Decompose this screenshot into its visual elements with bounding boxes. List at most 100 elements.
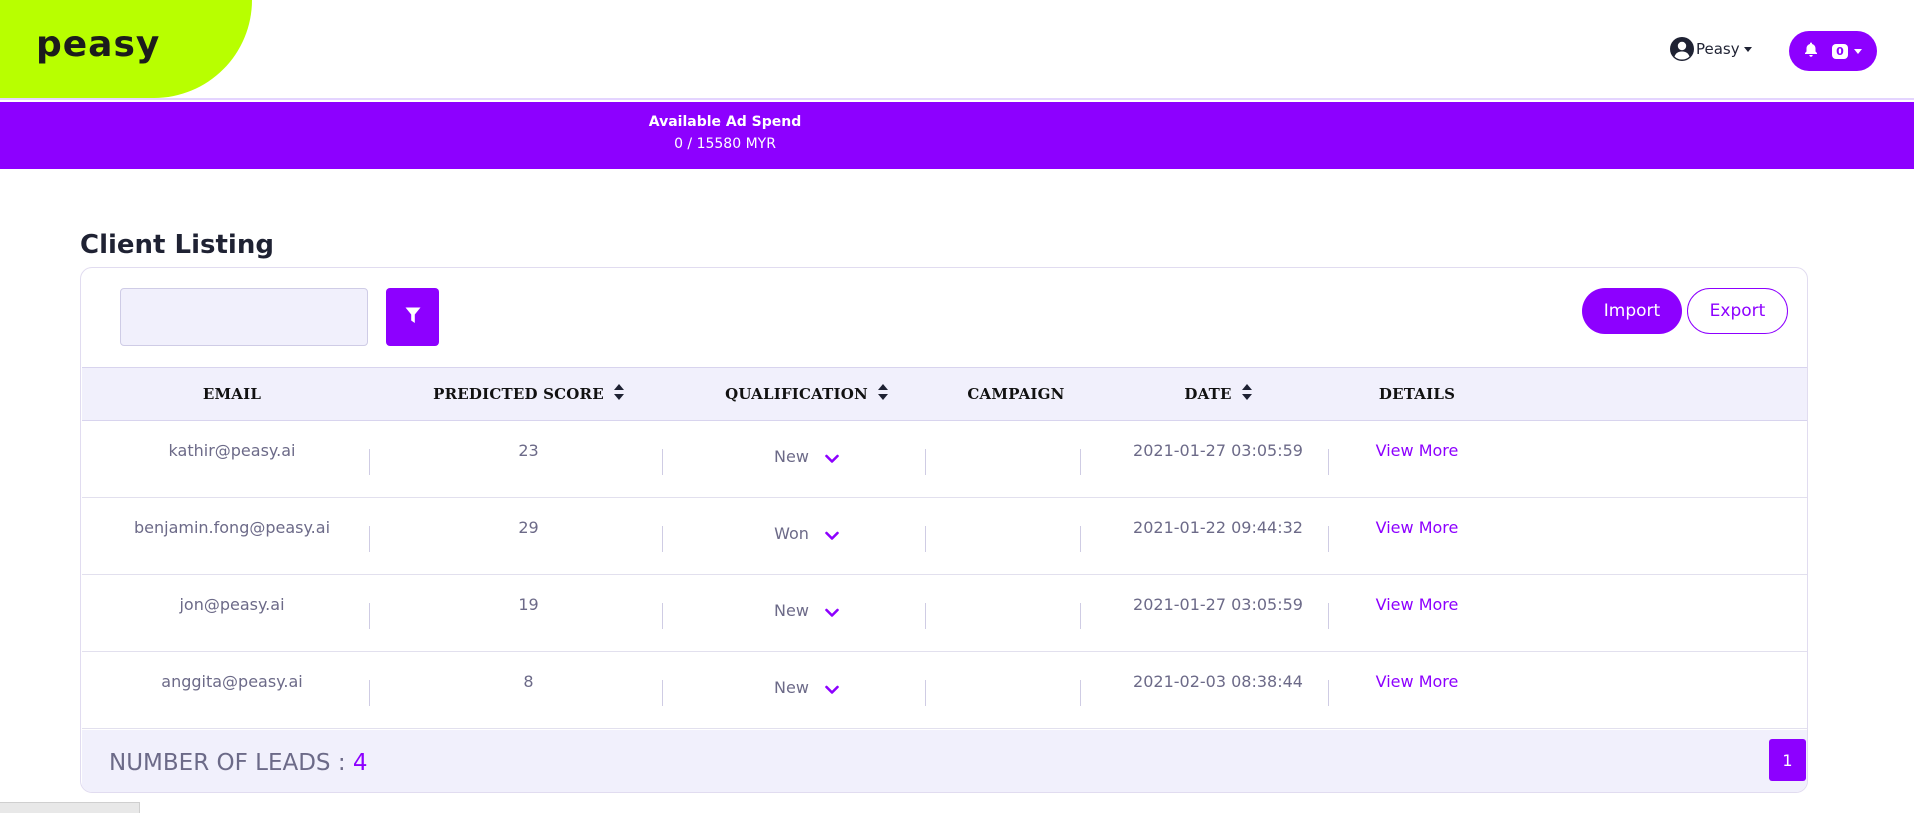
export-button[interactable]: Export bbox=[1687, 288, 1788, 334]
date-cell-text: 2021-02-03 08:38:44 bbox=[1133, 672, 1303, 691]
qualification-value[interactable]: New bbox=[774, 447, 809, 466]
score-cell: 19 bbox=[382, 575, 675, 651]
logo[interactable]: peasy bbox=[36, 24, 160, 65]
qualification-cell: Won bbox=[675, 498, 938, 574]
email-cell: kathir@peasy.ai bbox=[82, 421, 382, 497]
campaign-cell bbox=[938, 652, 1094, 728]
qualification-cell: New bbox=[675, 652, 938, 728]
chevron-down-icon[interactable] bbox=[825, 526, 839, 545]
column-header-date[interactable]: DATE bbox=[1094, 368, 1342, 420]
table-row: benjamin.fong@peasy.ai 29 Won 2021-01-22 09… bbox=[82, 498, 1807, 575]
qualification-cell: New bbox=[675, 575, 938, 651]
notifications-button[interactable]: 0 bbox=[1789, 31, 1877, 71]
status-bar-url bbox=[0, 802, 140, 813]
score-cell-text: 8 bbox=[523, 672, 534, 691]
search-input[interactable] bbox=[120, 288, 368, 346]
column-divider bbox=[925, 449, 926, 475]
column-divider bbox=[1328, 680, 1329, 706]
column-divider bbox=[1080, 449, 1081, 475]
column-divider bbox=[1080, 603, 1081, 629]
column-divider bbox=[369, 526, 370, 552]
chevron-down-icon bbox=[1743, 46, 1752, 52]
column-divider bbox=[662, 680, 663, 706]
column-divider bbox=[1328, 449, 1329, 475]
column-header-campaign: CAMPAIGN bbox=[967, 385, 1065, 403]
score-cell-text: 29 bbox=[518, 518, 539, 537]
score-cell-text: 19 bbox=[518, 595, 539, 614]
column-divider bbox=[662, 449, 663, 475]
view-more-link[interactable]: View More bbox=[1376, 672, 1459, 691]
sort-icon[interactable] bbox=[877, 384, 888, 404]
email-cell-text: benjamin.fong@peasy.ai bbox=[133, 518, 331, 537]
ad-spend-title: Available Ad Spend bbox=[648, 114, 802, 130]
column-header-predicted-score[interactable]: PREDICTED SCORE bbox=[382, 368, 675, 420]
campaign-cell bbox=[938, 498, 1094, 574]
table-row: jon@peasy.ai 19 New 2021-01-27 03:05:59 View… bbox=[82, 575, 1807, 652]
column-divider bbox=[662, 603, 663, 629]
email-cell-text: jon@peasy.ai bbox=[179, 595, 285, 614]
import-button[interactable]: Import bbox=[1582, 288, 1682, 334]
table-row: kathir@peasy.ai 23 New 2021-01-27 03:05:59 V… bbox=[82, 421, 1807, 498]
email-cell: anggita@peasy.ai bbox=[82, 652, 382, 728]
table-row: anggita@peasy.ai 8 New 2021-02-03 08:38:44 V… bbox=[82, 652, 1807, 729]
column-divider bbox=[369, 449, 370, 475]
filter-icon bbox=[405, 307, 421, 328]
view-more-link[interactable]: View More bbox=[1376, 518, 1459, 537]
score-cell: 8 bbox=[382, 652, 675, 728]
filter-button[interactable] bbox=[386, 288, 439, 346]
view-more-link[interactable]: View More bbox=[1376, 441, 1459, 460]
date-cell-text: 2021-01-22 09:44:32 bbox=[1133, 518, 1303, 537]
date-cell-text: 2021-01-27 03:05:59 bbox=[1133, 441, 1303, 460]
email-cell: jon@peasy.ai bbox=[82, 575, 382, 651]
date-cell: 2021-01-22 09:44:32 bbox=[1094, 498, 1342, 574]
chevron-down-icon[interactable] bbox=[825, 603, 839, 622]
qualification-value[interactable]: New bbox=[774, 601, 809, 620]
score-cell: 29 bbox=[382, 498, 675, 574]
leads-count: 4 bbox=[352, 750, 368, 776]
details-cell: View More bbox=[1342, 575, 1492, 651]
details-cell: View More bbox=[1342, 498, 1492, 574]
column-divider bbox=[1328, 526, 1329, 552]
bell-icon bbox=[1804, 42, 1818, 61]
date-cell: 2021-01-27 03:05:59 bbox=[1094, 575, 1342, 651]
column-divider bbox=[925, 680, 926, 706]
chevron-down-icon[interactable] bbox=[825, 680, 839, 699]
column-header-qualification[interactable]: QUALIFICATION bbox=[675, 368, 938, 420]
ad-spend-banner: Available Ad Spend 0 / 15580 MYR bbox=[0, 102, 1914, 169]
qualification-value[interactable]: New bbox=[774, 678, 809, 697]
details-cell: View More bbox=[1342, 652, 1492, 728]
pagination-page-button[interactable]: 1 bbox=[1769, 739, 1806, 781]
email-cell-text: anggita@peasy.ai bbox=[161, 672, 303, 691]
table-footer: NUMBER OF LEADS : 4 1 bbox=[82, 730, 1807, 792]
chevron-down-icon[interactable] bbox=[825, 449, 839, 468]
view-more-link[interactable]: View More bbox=[1376, 595, 1459, 614]
date-cell-text: 2021-01-27 03:05:59 bbox=[1133, 595, 1303, 614]
qualification-value[interactable]: Won bbox=[774, 524, 809, 543]
page-title: Client Listing bbox=[80, 230, 274, 260]
column-divider bbox=[1080, 526, 1081, 552]
email-cell-text: kathir@peasy.ai bbox=[168, 441, 296, 460]
score-cell-text: 23 bbox=[518, 441, 539, 460]
column-divider bbox=[369, 680, 370, 706]
column-divider bbox=[1328, 603, 1329, 629]
campaign-cell bbox=[938, 575, 1094, 651]
score-cell: 23 bbox=[382, 421, 675, 497]
notification-count-badge: 0 bbox=[1832, 43, 1848, 59]
column-divider bbox=[925, 603, 926, 629]
sort-icon[interactable] bbox=[613, 384, 624, 404]
top-header: peasy Peasy 0 bbox=[0, 0, 1914, 100]
campaign-cell bbox=[938, 421, 1094, 497]
date-cell: 2021-02-03 08:38:44 bbox=[1094, 652, 1342, 728]
chevron-down-icon bbox=[1853, 48, 1862, 54]
column-header-details: DETAILS bbox=[1378, 385, 1456, 403]
column-divider bbox=[662, 526, 663, 552]
leads-label: NUMBER OF LEADS : bbox=[109, 750, 353, 776]
table-header: EMAIL PREDICTED SCORE QUALIFICATION CAMP… bbox=[82, 367, 1807, 421]
details-cell: View More bbox=[1342, 421, 1492, 497]
qualification-cell: New bbox=[675, 421, 938, 497]
column-divider bbox=[369, 603, 370, 629]
sort-icon[interactable] bbox=[1241, 384, 1252, 404]
user-menu[interactable]: Peasy bbox=[1670, 34, 1752, 64]
email-cell: benjamin.fong@peasy.ai bbox=[82, 498, 382, 574]
leads-summary: NUMBER OF LEADS : 4 bbox=[109, 750, 368, 776]
